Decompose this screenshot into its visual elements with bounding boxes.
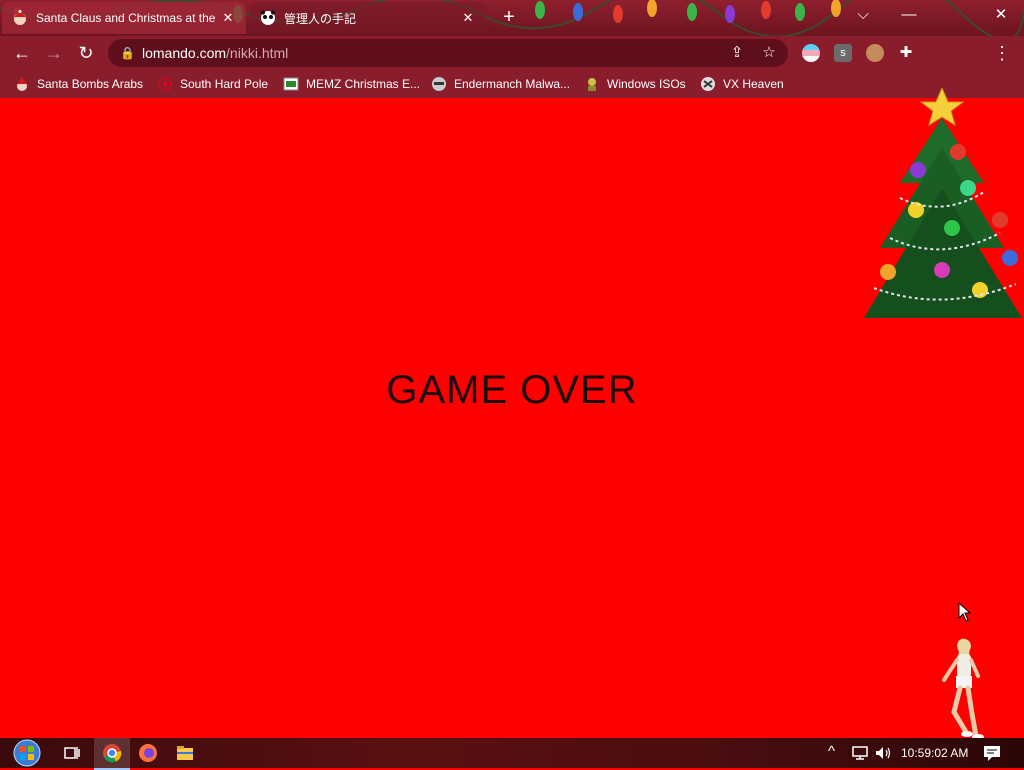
show-hidden-icons-icon[interactable]: ^ [828,743,835,760]
tab-close-icon[interactable]: ✕ [460,10,476,26]
bookmark-label: South Hard Pole [180,77,269,91]
web-page-content: GAME OVER [0,88,1024,740]
browser-title-bar: Santa Claus and Christmas at the ✕ 管理人の手… [0,0,1024,36]
santa-favicon-icon [14,10,26,25]
task-view-icon[interactable] [62,743,82,763]
chrome-menu-icon[interactable]: ⋮ [990,41,1014,65]
red-snowflake-icon [158,77,172,91]
bookmark-label: Windows ISOs [607,77,686,91]
bookmark-windows-isos[interactable]: Windows ISOs [584,74,686,94]
bookmark-star-icon[interactable]: ☆ [758,39,780,67]
tab-close-icon[interactable]: ✕ [220,10,236,26]
minimize-button[interactable]: — [886,0,932,30]
tab-kanrinin-no-shuki[interactable]: 管理人の手記 ✕ [250,2,486,34]
bookmark-santa-bombs-arabs[interactable]: Santa Bombs Arabs [14,74,143,94]
bookmark-endermanch-malware[interactable]: Endermanch Malwa... [431,74,570,94]
bookmark-memz-christmas[interactable]: MEMZ Christmas E... [283,74,420,94]
trans-flag-extension-icon[interactable] [802,44,820,62]
share-icon[interactable]: ⇪ [726,39,748,67]
bookmark-label: Endermanch Malwa... [454,77,571,91]
close-window-button[interactable]: ✕ [978,0,1024,30]
avatar-extension-icon[interactable] [866,44,884,62]
game-over-text: GAME OVER [386,368,638,412]
lock-icon: 🔒 [120,46,135,60]
dancing-figure-image [942,638,984,740]
windows-isos-icon [588,78,596,91]
firefox-icon[interactable] [138,743,158,763]
vx-heaven-icon [701,77,715,91]
bookmark-label: Santa Bombs Arabs [37,77,144,91]
extensions-puzzle-icon[interactable]: ✚ [897,44,915,62]
new-tab-button[interactable]: + [498,6,520,28]
volume-icon[interactable] [873,743,893,763]
memz-icon [283,77,299,91]
tab-title: Santa Claus and Christmas at the [36,11,216,25]
tab-search-dropdown-icon[interactable]: ⌵ [840,0,886,30]
forward-arrow-icon[interactable]: → [42,41,66,65]
windows-taskbar: ^ 10:59:02 AM [0,738,1024,770]
start-button-icon[interactable] [12,739,42,767]
back-arrow-icon[interactable]: ← [10,41,34,65]
tab-santa-claus[interactable]: Santa Claus and Christmas at the ✕ [2,2,246,34]
url-host: lomando.com [142,45,227,61]
browser-toolbar: ← → ↻ 🔒 lomando.com/nikki.html ⇪ ☆ s ✚ ⋮ [0,36,1024,70]
url-path: /nikki.html [226,45,289,61]
s-extension-icon[interactable]: s [834,44,852,62]
network-icon[interactable] [850,743,870,763]
bookmark-label: MEMZ Christmas E... [306,77,421,91]
bookmark-south-hard-pole[interactable]: South Hard Pole [157,74,268,94]
chrome-icon [103,744,122,763]
reload-icon[interactable]: ↻ [74,41,98,65]
raccoon-icon [432,77,446,91]
tab-title: 管理人の手記 [284,11,357,26]
file-explorer-icon[interactable] [175,743,195,763]
mouse-cursor-icon [958,602,972,622]
bookmark-label: VX Heaven [723,77,784,91]
notifications-icon[interactable] [982,743,1002,763]
address-bar[interactable]: 🔒 lomando.com/nikki.html ⇪ ☆ [108,39,788,67]
chrome-taskbar-button[interactable] [94,738,130,770]
santa-icon [17,77,27,91]
clock[interactable]: 10:59:02 AM [901,746,968,760]
panda-favicon-icon [261,10,275,25]
christmas-tree-decoration [864,88,1022,318]
bookmark-vx-heaven[interactable]: VX Heaven [700,74,784,94]
